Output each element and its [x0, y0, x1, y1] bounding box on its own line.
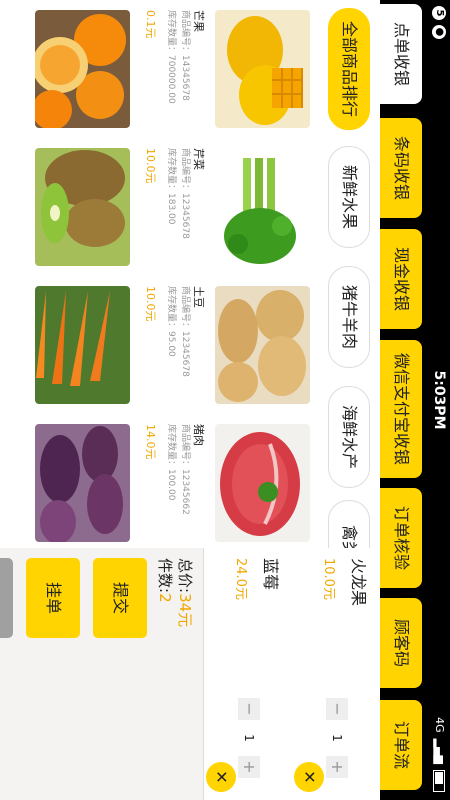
product-card[interactable]: 芹菜 商品编号：12345678 库存数量：183.00 10.0元	[10, 148, 310, 266]
signal-icon: ▂▄▆	[433, 738, 446, 764]
product-stock: 库存数量：95.00	[166, 286, 176, 357]
product-card[interactable]: 猪肉 商品编号：12345662 库存数量：100.00 14.0元	[10, 424, 310, 542]
quantity-stepper: − 1 +	[326, 698, 348, 778]
tab-cash-checkout[interactable]: 现金收银	[380, 229, 422, 329]
product-info: 商品编号：12345662 库存数量：100.00	[164, 424, 192, 515]
remove-item-button[interactable]: ✕	[294, 762, 324, 792]
product-photo-celery	[215, 148, 310, 266]
system-indicators: 4G ▂▄▆	[433, 717, 446, 792]
quantity-stepper: − 1 +	[238, 698, 260, 778]
product-price: 0.1元	[144, 10, 157, 39]
cart-item-price: 10.0元	[321, 558, 336, 600]
product-price: 10.0元	[144, 286, 157, 322]
cart-summary: 总价:34元 件数:2	[155, 558, 195, 627]
product-stock: 库存数量：183.00	[166, 148, 176, 225]
product-price: 10.0元	[144, 148, 157, 184]
cart-item-name: 蓝莓	[261, 558, 280, 591]
quantity-value: 1	[330, 734, 344, 742]
increase-button[interactable]: +	[238, 756, 260, 778]
submit-button[interactable]: 提交	[93, 558, 147, 638]
product-photo-orange	[35, 10, 130, 128]
product-price: 14.0元	[144, 424, 157, 460]
clock: 5:03PM	[431, 370, 447, 430]
battery-icon	[433, 770, 446, 792]
cart-item: 蓝莓 24.0元 − 1 + ✕	[203, 548, 292, 800]
hold-order-button[interactable]: 挂单	[26, 558, 80, 638]
decrease-button[interactable]: −	[238, 698, 260, 720]
product-info: 商品编号：12345678 库存数量：95.00	[164, 286, 192, 377]
cart-item-price: 24.0元	[233, 558, 248, 600]
clear-button[interactable]: 清空	[0, 558, 13, 638]
tab-barcode-checkout[interactable]: 条码收银	[380, 118, 422, 218]
category-all-ranking[interactable]: 全部商品排行	[328, 8, 370, 130]
count-value: 2	[156, 593, 174, 603]
product-stock: 库存数量：100.00	[166, 424, 176, 501]
increase-button[interactable]: +	[326, 756, 348, 778]
product-photo-kiwi	[35, 148, 130, 266]
tab-wechat-alipay-checkout[interactable]: 微信支付宝收银	[380, 340, 422, 478]
product-name: 芹菜	[192, 148, 205, 170]
product-code: 商品编号：12345678	[180, 286, 190, 377]
main-tab-bar: 点单收银 条码收银 现金收银 微信支付宝收银 订单核验 顾客码 订单流	[380, 0, 426, 800]
category-bar: 全部商品排行 新鲜水果 猪牛羊肉 海鲜水产 禽类	[322, 0, 380, 582]
status-bar: 5 ● 5:03PM 4G ▂▄▆	[426, 0, 450, 800]
cart-panel: 火龙果 10.0元 − 1 + ✕ 蓝莓 24.0元 − 1 + ✕ 总价:34…	[0, 548, 380, 800]
tab-customer-code[interactable]: 顾客码	[380, 598, 422, 688]
product-code: 商品编号：12345678	[180, 148, 190, 239]
product-photo-potato	[215, 286, 310, 404]
decrease-button[interactable]: −	[326, 698, 348, 720]
category-seafood[interactable]: 海鲜水产	[328, 386, 370, 488]
product-photo-purple-sweet-potato	[35, 424, 130, 542]
product-name: 猪肉	[192, 424, 205, 446]
product-code: 商品编号：12345662	[180, 424, 190, 515]
product-info: 商品编号：12345678 库存数量：183.00	[164, 148, 192, 239]
remove-item-button[interactable]: ✕	[206, 762, 236, 792]
count-label: 件数:	[156, 558, 174, 594]
cart-item: 火龙果 10.0元 − 1 + ✕	[291, 548, 380, 800]
tab-order-verify[interactable]: 订单核验	[380, 488, 422, 588]
category-fresh-fruit[interactable]: 新鲜水果	[328, 146, 370, 248]
product-card[interactable]: 芒果 商品编号：14345678 库存数量：700000.00 0.1元	[10, 10, 310, 128]
product-photo-pork	[215, 424, 310, 542]
category-meat[interactable]: 猪牛羊肉	[328, 266, 370, 368]
cart-item-name: 火龙果	[349, 558, 368, 607]
product-photo-carrot	[35, 286, 130, 404]
product-photo-mango	[215, 10, 310, 128]
product-code: 商品编号：14345678	[180, 10, 190, 101]
total-label: 总价:	[176, 558, 194, 594]
product-stock: 库存数量：700000.00	[166, 10, 176, 104]
product-name: 芒果	[192, 10, 205, 32]
network-label: 4G	[433, 717, 446, 733]
product-name: 土豆	[192, 286, 205, 308]
tab-order-flow[interactable]: 订单流	[380, 700, 422, 790]
quantity-value: 1	[242, 734, 256, 742]
product-card[interactable]: 土豆 商品编号：12345678 库存数量：95.00 10.0元	[10, 286, 310, 404]
product-info: 商品编号：14345678 库存数量：700000.00	[164, 10, 192, 104]
tab-order-checkout[interactable]: 点单收银	[380, 4, 422, 104]
total-value: 34元	[176, 593, 194, 628]
landscape-stage: 5 ● 5:03PM 4G ▂▄▆ 点单收银 条码收银 现金收银 微信支付宝收银…	[0, 0, 450, 800]
